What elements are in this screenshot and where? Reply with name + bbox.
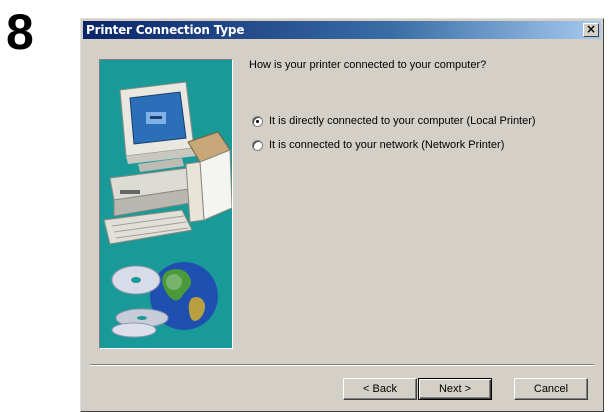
dialog-title: Printer Connection Type <box>86 23 245 37</box>
cancel-button[interactable]: Cancel <box>514 378 588 400</box>
network-printer-option[interactable]: It is connected to your network (Network… <box>252 138 504 152</box>
wizard-illustration <box>99 59 233 349</box>
close-icon[interactable]: × <box>583 23 599 37</box>
next-button[interactable]: Next > <box>418 378 492 400</box>
network-printer-label[interactable]: It is connected to your network (Network… <box>269 139 504 151</box>
local-printer-label[interactable]: It is directly connected to your compute… <box>269 115 536 127</box>
computer-illustration <box>103 167 197 245</box>
title-bar: Printer Connection Type × <box>83 21 601 39</box>
button-separator <box>90 364 594 366</box>
network-printer-radio[interactable] <box>252 139 263 151</box>
local-printer-option[interactable]: It is directly connected to your compute… <box>252 114 536 128</box>
back-button[interactable]: < Back <box>343 378 417 400</box>
step-number: 8 <box>6 4 34 60</box>
connection-question: How is your printer connected to your co… <box>249 59 487 71</box>
monitor-illustration <box>119 81 196 172</box>
printer-box-illustration <box>185 131 232 223</box>
printer-connection-dialog: Printer Connection Type × How is your pr… <box>80 18 604 412</box>
local-printer-radio[interactable] <box>252 115 263 127</box>
